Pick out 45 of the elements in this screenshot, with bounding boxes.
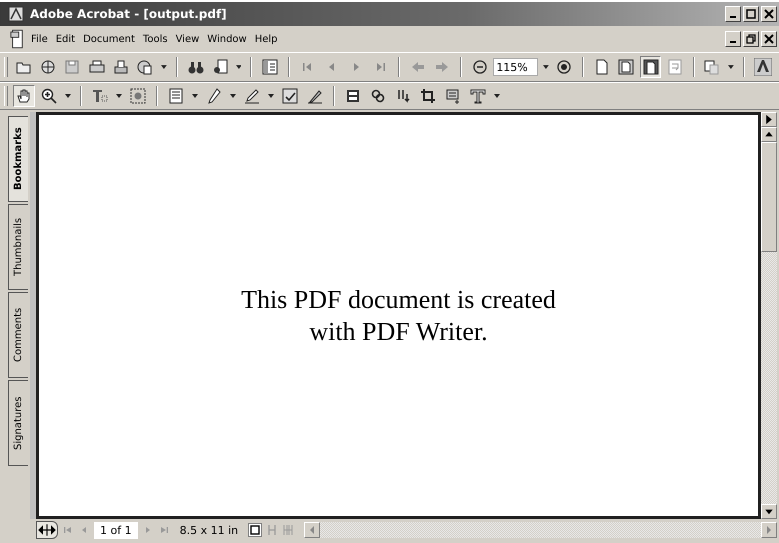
menu-item[interactable]: Tools (140, 34, 173, 44)
app-icon (8, 6, 24, 22)
caret-icon[interactable] (728, 65, 734, 69)
menu-item[interactable]: Help (252, 34, 283, 44)
menu-item[interactable]: File (28, 34, 53, 44)
page-size-label: 8.5 x 11 in (178, 524, 240, 536)
caret-icon[interactable] (494, 94, 500, 98)
menu-item[interactable]: View (172, 34, 204, 44)
zoom-field[interactable]: 115% (493, 58, 538, 76)
close-button[interactable] (761, 31, 777, 47)
scroll-thumb[interactable] (761, 142, 777, 252)
side-tab[interactable]: Bookmarks (8, 116, 28, 202)
restore-button[interactable] (743, 31, 759, 47)
caret-icon[interactable] (161, 65, 167, 69)
scroll-right-icon[interactable] (761, 522, 777, 538)
horizontal-scrollbar[interactable] (304, 522, 777, 538)
caret-icon[interactable] (116, 94, 122, 98)
caret-icon[interactable] (192, 94, 198, 98)
minimize-button[interactable] (725, 6, 741, 22)
caret-icon[interactable] (230, 94, 236, 98)
page-number-field[interactable]: 1 of 1 (94, 522, 138, 538)
side-tab[interactable]: Signatures (8, 380, 28, 466)
menu-item[interactable]: Edit (52, 34, 80, 44)
caret-icon[interactable] (65, 94, 71, 98)
single-page-icon[interactable] (248, 523, 262, 537)
caret-icon[interactable] (236, 65, 242, 69)
menu-item[interactable]: Window (204, 34, 252, 44)
side-tab[interactable]: Comments (8, 292, 28, 378)
caret-icon[interactable] (268, 94, 274, 98)
caret-icon[interactable] (542, 65, 549, 69)
hand-icon[interactable] (13, 85, 35, 107)
menu-item[interactable]: Document (80, 34, 140, 44)
vertical-scrollbar[interactable] (761, 112, 777, 519)
maximize-button[interactable] (743, 6, 759, 22)
scroll-down-icon[interactable] (761, 504, 777, 519)
document-text: This PDF document is created with PDF Writer. (241, 284, 556, 348)
scroll-left-icon[interactable] (304, 522, 320, 538)
window-title: Adobe Acrobat - [output.pdf] (30, 7, 228, 21)
side-tab[interactable]: Thumbnails (8, 204, 28, 290)
minimize-button[interactable] (725, 31, 741, 47)
move-icon[interactable] (36, 521, 58, 539)
page-icon[interactable] (640, 56, 662, 78)
close-button[interactable] (761, 6, 777, 22)
scroll-up-icon[interactable] (761, 127, 777, 142)
document-icon (10, 28, 24, 50)
